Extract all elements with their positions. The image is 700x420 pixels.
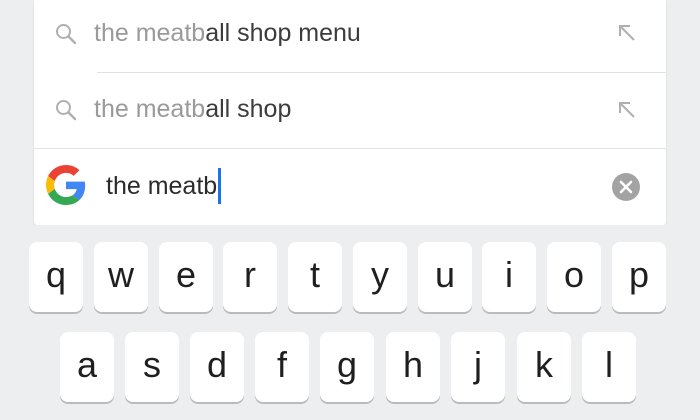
key-t[interactable]: t	[288, 242, 342, 312]
suggestion-completion-part: all shop menu	[205, 19, 361, 47]
key-r[interactable]: r	[223, 242, 277, 312]
key-q[interactable]: q	[29, 242, 83, 312]
key-g[interactable]: g	[320, 332, 374, 402]
key-o[interactable]: o	[547, 242, 601, 312]
search-query-text: the meatb	[106, 172, 218, 200]
search-icon	[54, 98, 78, 122]
key-l[interactable]: l	[582, 332, 636, 402]
suggestion-typed-part: the meatb	[94, 19, 206, 47]
arrow-up-left-icon[interactable]	[616, 99, 638, 121]
google-g-logo	[46, 165, 86, 205]
suggestion-item[interactable]: the meatball shop	[34, 73, 666, 145]
clear-icon[interactable]	[612, 173, 640, 201]
key-p[interactable]: p	[612, 242, 666, 312]
search-bar[interactable]: the meatb	[34, 149, 666, 225]
key-j[interactable]: j	[451, 332, 505, 402]
key-w[interactable]: w	[94, 242, 148, 312]
text-cursor	[218, 168, 222, 204]
screen: the meatball shop menu the meatball shop	[0, 0, 700, 420]
key-h[interactable]: h	[386, 332, 440, 402]
key-y[interactable]: y	[353, 242, 407, 312]
suggestion-text: the meatball shop	[94, 93, 291, 125]
suggestion-text: the meatball shop menu	[94, 17, 361, 49]
arrow-up-left-icon[interactable]	[616, 22, 638, 44]
search-suggestions-panel: the meatball shop menu the meatball shop	[34, 0, 666, 225]
key-a[interactable]: a	[60, 332, 114, 402]
suggestion-typed-part: the meatb	[94, 95, 206, 123]
search-input[interactable]: the meatb	[106, 168, 222, 204]
key-k[interactable]: k	[517, 332, 571, 402]
key-f[interactable]: f	[255, 332, 309, 402]
key-d[interactable]: d	[190, 332, 244, 402]
search-icon	[54, 22, 78, 46]
key-s[interactable]: s	[125, 332, 179, 402]
key-e[interactable]: e	[159, 242, 213, 312]
key-u[interactable]: u	[418, 242, 472, 312]
keyboard: q w e r t y u i o p a s d f g h j k l	[0, 225, 700, 420]
suggestion-completion-part: all shop	[205, 95, 292, 123]
suggestion-item[interactable]: the meatball shop menu	[34, 0, 666, 72]
key-i[interactable]: i	[482, 242, 536, 312]
